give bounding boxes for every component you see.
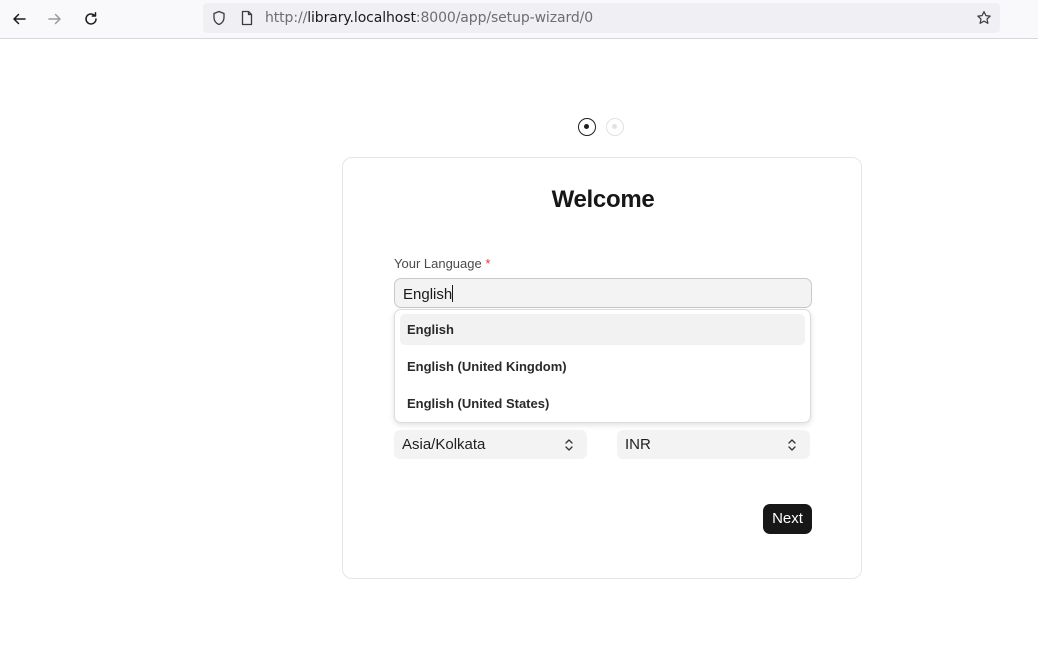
step-dot-current (578, 118, 596, 136)
timezone-value: Asia/Kolkata (402, 436, 486, 453)
text-caret (452, 285, 454, 302)
timezone-select[interactable]: Asia/Kolkata (394, 430, 587, 459)
step-indicator (578, 118, 628, 138)
language-option[interactable]: English (United States) (400, 388, 805, 419)
page-icon[interactable] (239, 10, 255, 26)
forward-button[interactable] (43, 7, 67, 31)
language-label: Your Language * (394, 256, 490, 271)
url-text[interactable]: http://library.localhost:8000/app/setup-… (265, 10, 593, 26)
url-path: :8000/app/setup-wizard/0 (415, 10, 594, 26)
language-option[interactable]: English (400, 314, 805, 345)
url-prefix: http:// (265, 10, 308, 26)
bookmark-star-icon[interactable] (976, 10, 992, 26)
currency-select[interactable]: INR (617, 430, 810, 459)
next-button[interactable]: Next (763, 504, 812, 534)
url-host: library.localhost (307, 10, 416, 26)
address-bar[interactable]: http://library.localhost:8000/app/setup-… (203, 3, 1000, 33)
shield-icon[interactable] (211, 10, 227, 26)
language-option[interactable]: English (United Kingdom) (400, 351, 805, 382)
page-title: Welcome (551, 186, 655, 213)
forward-arrow-icon (48, 13, 61, 25)
language-input[interactable]: English (394, 278, 812, 308)
step-dot-next (606, 118, 624, 136)
chevron-updown-icon (565, 439, 573, 451)
browser-toolbar: http://library.localhost:8000/app/setup-… (0, 0, 1038, 39)
setup-wizard-card: Welcome Your Language * English English … (342, 157, 862, 579)
currency-value: INR (625, 436, 651, 453)
language-label-text: Your Language (394, 256, 482, 271)
back-button[interactable] (7, 7, 31, 31)
required-marker: * (485, 256, 491, 271)
chevron-updown-icon (788, 439, 796, 451)
reload-icon (85, 12, 97, 25)
language-input-value: English (403, 286, 453, 303)
language-dropdown: English English (United Kingdom) English… (394, 309, 811, 423)
reload-button[interactable] (79, 7, 103, 31)
back-arrow-icon (13, 13, 26, 25)
